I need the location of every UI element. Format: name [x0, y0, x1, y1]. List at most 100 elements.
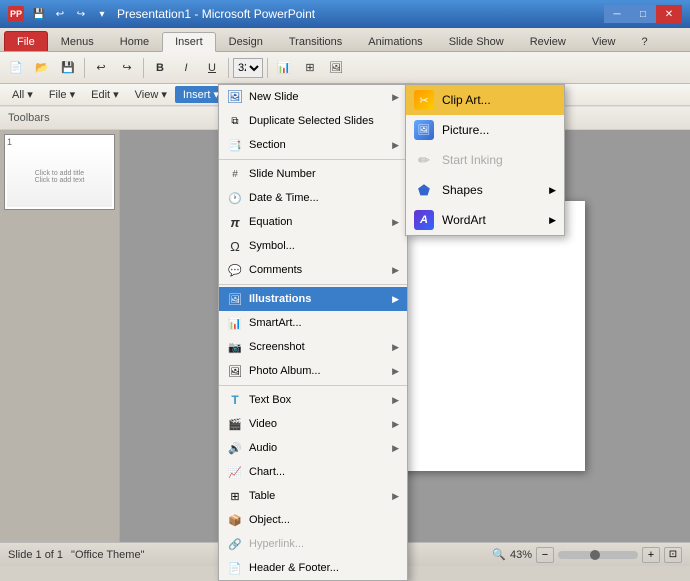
submenu-picture[interactable]: 🖼 Picture... — [406, 115, 564, 145]
tb-sep1 — [84, 58, 85, 78]
slide-number-menu-label: Slide Number — [249, 168, 399, 180]
slides-panel: 1 Click to add titleClick to add text — [0, 130, 120, 542]
screenshot-label: Screenshot — [249, 341, 386, 353]
smartart-icon: 📊 — [227, 315, 243, 331]
tb-italic[interactable]: I — [174, 56, 198, 80]
menu-equation[interactable]: π Equation ▶ — [219, 210, 407, 234]
menu-video[interactable]: 🎬 Video ▶ — [219, 412, 407, 436]
headerfooter-icon: 📄 — [227, 560, 243, 576]
tb-bold[interactable]: B — [148, 56, 172, 80]
wordart-icon: A — [414, 210, 434, 230]
duplicate-label: Duplicate Selected Slides — [249, 115, 399, 127]
menu-table[interactable]: ⊞ Table ▶ — [219, 484, 407, 508]
menu-screenshot[interactable]: 📷 Screenshot ▶ — [219, 335, 407, 359]
video-icon: 🎬 — [227, 416, 243, 432]
menu-slide-number[interactable]: # Slide Number — [219, 162, 407, 186]
menu-photo-album[interactable]: 🖼 Photo Album... ▶ — [219, 359, 407, 383]
tab-view[interactable]: View — [579, 31, 629, 51]
zoom-icon-left[interactable]: 🔍 — [492, 548, 506, 561]
menu-all[interactable]: All ▾ — [4, 86, 41, 103]
menu-audio[interactable]: 🔊 Audio ▶ — [219, 436, 407, 460]
minimize-btn[interactable]: ─ — [604, 5, 630, 23]
tb-table[interactable]: ⊞ — [298, 56, 322, 80]
tb-open[interactable]: 📂 — [30, 56, 54, 80]
qa-redo-btn[interactable]: ↪ — [72, 6, 90, 22]
tab-file[interactable]: File — [4, 31, 48, 51]
tb-save[interactable]: 💾 — [56, 56, 80, 80]
zoom-out-btn[interactable]: − — [536, 547, 554, 563]
submenu-clipart[interactable]: ✂ Clip Art... — [406, 85, 564, 115]
menu-view[interactable]: View ▾ — [127, 86, 175, 103]
section-label: Section — [249, 139, 386, 151]
tab-insert[interactable]: Insert — [162, 32, 216, 52]
fit-window-btn[interactable]: ⊡ — [664, 547, 682, 563]
menu-illustrations[interactable]: 🖼 Illustrations ▶ — [219, 287, 407, 311]
symbol-icon: Ω — [227, 238, 243, 254]
menu-new-slide[interactable]: 🖼 New Slide ▶ — [219, 85, 407, 109]
comments-label: Comments — [249, 264, 386, 276]
tb-chart[interactable]: 📊 — [272, 56, 296, 80]
menu-smartart[interactable]: 📊 SmartArt... — [219, 311, 407, 335]
tb-sep3 — [228, 58, 229, 78]
submenu-shapes[interactable]: ⬟ Shapes ▶ — [406, 175, 564, 205]
submenu-wordart[interactable]: A WordArt ▶ — [406, 205, 564, 235]
menu-object[interactable]: 📦 Object... — [219, 508, 407, 532]
illustrations-arrow: ▶ — [392, 294, 399, 305]
tb-new[interactable]: 📄 — [4, 56, 28, 80]
smartart-label: SmartArt... — [249, 317, 399, 329]
qa-dropdown-btn[interactable]: ▾ — [93, 6, 111, 22]
illustrations-submenu: ✂ Clip Art... 🖼 Picture... ✏ Start Inkin… — [405, 84, 565, 236]
chart-icon: 📈 — [227, 464, 243, 480]
tab-design[interactable]: Design — [216, 31, 276, 51]
text-box-label: Text Box — [249, 394, 386, 406]
tb-picture[interactable]: 🖼 — [324, 56, 348, 80]
restore-btn[interactable]: □ — [630, 5, 656, 23]
theme-info: "Office Theme" — [71, 549, 144, 561]
zoom-level: 43% — [510, 549, 532, 561]
tab-help[interactable]: ? — [628, 31, 660, 51]
menu-section[interactable]: 📑 Section ▶ — [219, 133, 407, 157]
object-label: Object... — [249, 514, 399, 526]
menu-duplicate-slides[interactable]: ⧉ Duplicate Selected Slides — [219, 109, 407, 133]
menu-file[interactable]: File ▾ — [41, 86, 83, 103]
video-arrow: ▶ — [392, 419, 399, 430]
menu-edit[interactable]: Edit ▾ — [83, 86, 127, 103]
menu-chart[interactable]: 📈 Chart... — [219, 460, 407, 484]
slide-thumb-1[interactable]: 1 Click to add titleClick to add text — [4, 134, 115, 210]
insert-menu: 🖼 New Slide ▶ ⧉ Duplicate Selected Slide… — [218, 84, 408, 581]
menu-header-footer[interactable]: 📄 Header & Footer... — [219, 556, 407, 580]
submenu-startinking: ✏ Start Inking — [406, 145, 564, 175]
qa-undo-btn[interactable]: ↩ — [51, 6, 69, 22]
tb-underline[interactable]: U — [200, 56, 224, 80]
startinking-label: Start Inking — [442, 153, 503, 167]
wordart-arrow: ▶ — [549, 215, 556, 226]
zoom-slider[interactable] — [558, 551, 638, 559]
close-btn[interactable]: ✕ — [656, 5, 682, 23]
zoom-in-btn[interactable]: + — [642, 547, 660, 563]
tab-home[interactable]: Home — [107, 31, 162, 51]
menu-text-box[interactable]: T Text Box ▶ — [219, 388, 407, 412]
equation-label: Equation — [249, 216, 386, 228]
tb-undo[interactable]: ↩ — [89, 56, 113, 80]
tb-sep4 — [267, 58, 268, 78]
shapes-icon: ⬟ — [414, 180, 434, 200]
picture-icon-img: 🖼 — [414, 120, 434, 140]
tab-review[interactable]: Review — [517, 31, 579, 51]
new-slide-label: New Slide — [249, 91, 386, 103]
tb-redo[interactable]: ↪ — [115, 56, 139, 80]
new-slide-icon: 🖼 — [227, 89, 243, 105]
tab-animations[interactable]: Animations — [355, 31, 435, 51]
comments-icon: 💬 — [227, 262, 243, 278]
sep1 — [219, 159, 407, 160]
section-icon: 📑 — [227, 137, 243, 153]
tab-slideshow[interactable]: Slide Show — [436, 31, 517, 51]
chart-label: Chart... — [249, 466, 399, 478]
qa-save-btn[interactable]: 💾 — [30, 6, 48, 22]
menu-comments[interactable]: 💬 Comments ▶ — [219, 258, 407, 282]
menu-datetime[interactable]: 🕐 Date & Time... — [219, 186, 407, 210]
status-right: 🔍 43% − + ⊡ — [492, 547, 682, 563]
font-size-select[interactable]: 32 — [233, 58, 263, 78]
tab-transitions[interactable]: Transitions — [276, 31, 355, 51]
tab-menus[interactable]: Menus — [48, 31, 107, 51]
menu-symbol[interactable]: Ω Symbol... — [219, 234, 407, 258]
